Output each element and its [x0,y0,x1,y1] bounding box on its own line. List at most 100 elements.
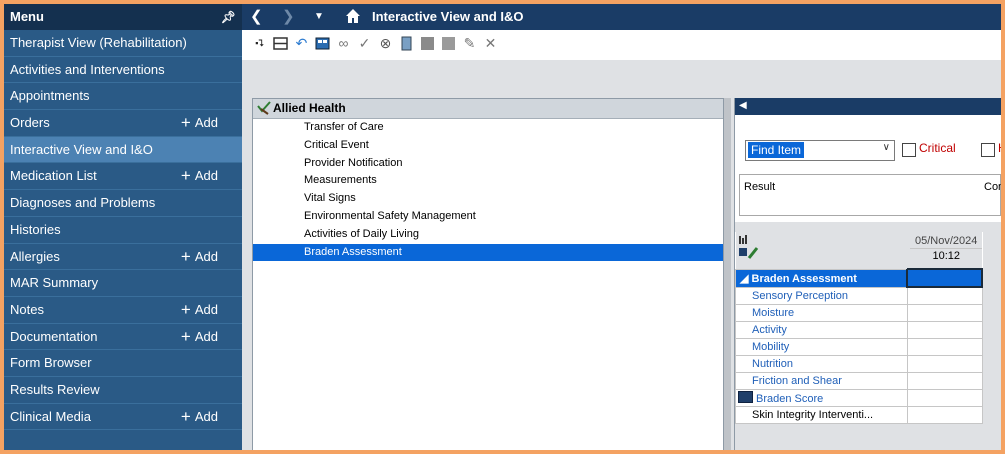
calculator-icon[interactable] [315,36,330,51]
critical-checkbox[interactable] [902,143,916,157]
sidebar-item-0[interactable]: Therapist View (Rehabilitation) [4,30,242,57]
sign-icon[interactable]: ✎ [462,36,477,51]
back-arrow-icon[interactable]: ❮ [250,4,263,30]
sidebar-item-6[interactable]: Diagnoses and Problems [4,190,242,217]
navigator-band-panel: Allied Health Transfer of Care Critical E… [252,98,724,450]
sidebar-item-label: Interactive View and I&O [10,141,153,157]
horizontal-scrollbar[interactable]: ◀ [735,98,1001,115]
sidebar-item-9[interactable]: MAR Summary [4,270,242,297]
sidebar-item-1[interactable]: Activities and Interventions [4,57,242,84]
plus-icon: + [180,326,191,346]
calculator-icon [738,391,753,403]
table-row[interactable]: Friction and Shear [735,372,983,390]
document-icon[interactable] [399,36,414,51]
high-checkbox[interactable] [981,143,995,157]
cancel-circle-icon[interactable]: ⊗ [378,36,393,51]
sidebar-item-8[interactable]: Allergies + Add [4,244,242,271]
row-label: Moisture [735,304,908,322]
table-row[interactable]: Activity [735,321,983,339]
add-button[interactable]: + Add [181,404,218,430]
row-value-cell[interactable] [906,372,983,390]
row-label-text: Moisture [752,307,795,319]
table-row[interactable]: Braden Score [735,389,983,407]
app-window: Menu 📌︎ Therapist View (Rehabilitation) A… [4,4,1001,450]
section-cell[interactable] [906,268,983,288]
row-value-cell[interactable] [906,389,983,407]
plus-icon: + [180,406,191,426]
forward-arrow-icon[interactable]: ❯ [282,4,295,30]
add-button[interactable]: + Add [181,324,218,350]
sidebar-item-label: Notes [10,301,44,317]
toolbar: ▪⮧ ↶ ∞ ✓ ⊗ ✎ ✕ [242,30,1001,61]
gray-square-icon-2[interactable] [441,36,456,51]
sidebar-item-12[interactable]: Form Browser [4,350,242,377]
band-header[interactable]: Allied Health [253,99,723,119]
row-label-text: Sensory Perception [752,289,848,302]
band-item[interactable]: Measurements [253,172,723,190]
sidebar-item-4[interactable]: Interactive View and I&O [4,136,242,164]
row-label: Sensory Perception [735,286,908,305]
table-row[interactable]: Sensory Perception [735,286,983,305]
table-row[interactable]: Mobility [735,338,983,356]
band-item[interactable]: Environmental Safety Management [253,208,723,226]
home-icon[interactable] [345,8,361,24]
column-date: 05/Nov/2024 [915,235,978,247]
history-dropdown-icon[interactable]: ▼ [314,4,324,30]
sidebar-item-label: Allergies [10,248,60,264]
add-button[interactable]: + Add [181,110,218,136]
add-label: Add [194,248,218,264]
sidebar-item-13[interactable]: Results Review [4,377,242,404]
band-section-list: Transfer of Care Critical Event Provider N… [253,119,723,262]
table-row[interactable]: Moisture [735,304,983,322]
gray-square-icon[interactable] [420,36,435,51]
flowsheet-panel: ◀ Find Item ∨ Critical Hi Result Con 05/… [734,98,1001,450]
panel-splitter[interactable] [724,98,731,450]
add-button[interactable]: + Add [181,163,218,189]
time-column-header[interactable]: 05/Nov/2024 10:12 [907,232,982,270]
add-button[interactable]: + Add [181,244,218,270]
sidebar-item-label: Form Browser [10,355,92,371]
table-row[interactable]: Skin Integrity Interventi... [735,406,983,424]
flowsheet-icons [738,235,758,259]
band-item[interactable]: Vital Signs [253,190,723,208]
close-x-icon[interactable]: ✕ [483,36,498,51]
sidebar-item-7[interactable]: Histories [4,217,242,244]
band-item[interactable]: Transfer of Care [253,119,723,137]
sidebar-item-label: Histories [10,221,61,237]
main-content: Allied Health Transfer of Care Critical E… [242,60,1001,450]
plus-icon: + [180,166,191,186]
sidebar-item-2[interactable]: Appointments [4,83,242,111]
row-value-cell[interactable] [906,321,983,339]
sidebar-item-14[interactable]: Clinical Media + Add [4,404,242,431]
band-item[interactable]: Activities of Daily Living [253,226,723,244]
sidebar-item-11[interactable]: Documentation + Add [4,324,242,351]
section-row[interactable]: ◢ Braden Assessment [735,268,983,288]
insert-icon[interactable]: ▪⮧ [252,36,267,51]
table-row[interactable]: Nutrition [735,355,983,373]
band-item[interactable]: Braden Assessment [253,243,723,262]
row-label-text: Nutrition [752,358,793,370]
check-icon[interactable]: ✓ [357,36,372,51]
page-title: Interactive View and I&O [372,9,524,24]
allied-health-icon [257,101,271,115]
sidebar-item-10[interactable]: Notes + Add [4,297,242,324]
sidebar-item-label: Activities and Interventions [10,61,165,77]
glasses-icon[interactable]: ∞ [336,36,351,51]
row-value-cell[interactable] [906,355,983,373]
critical-label: Critical [919,141,956,155]
undo-icon[interactable]: ↶ [294,36,309,51]
sidebar-item-5[interactable]: Medication List + Add [4,163,242,191]
scroll-left-icon[interactable]: ◀ [739,100,747,111]
table-icon[interactable] [273,36,288,51]
find-item-dropdown[interactable]: Find Item ∨ [745,140,895,161]
menu-header: Menu 📌︎ [4,4,242,30]
sidebar-item-3[interactable]: Orders + Add [4,110,242,137]
row-value-cell[interactable] [906,338,983,356]
band-item[interactable]: Critical Event [253,137,723,155]
pin-icon[interactable]: 📌︎ [221,4,236,30]
band-item[interactable]: Provider Notification [253,155,723,173]
row-value-cell[interactable] [906,304,983,322]
row-value-cell[interactable] [906,406,983,424]
add-button[interactable]: + Add [181,297,218,323]
row-value-cell[interactable] [906,286,983,305]
